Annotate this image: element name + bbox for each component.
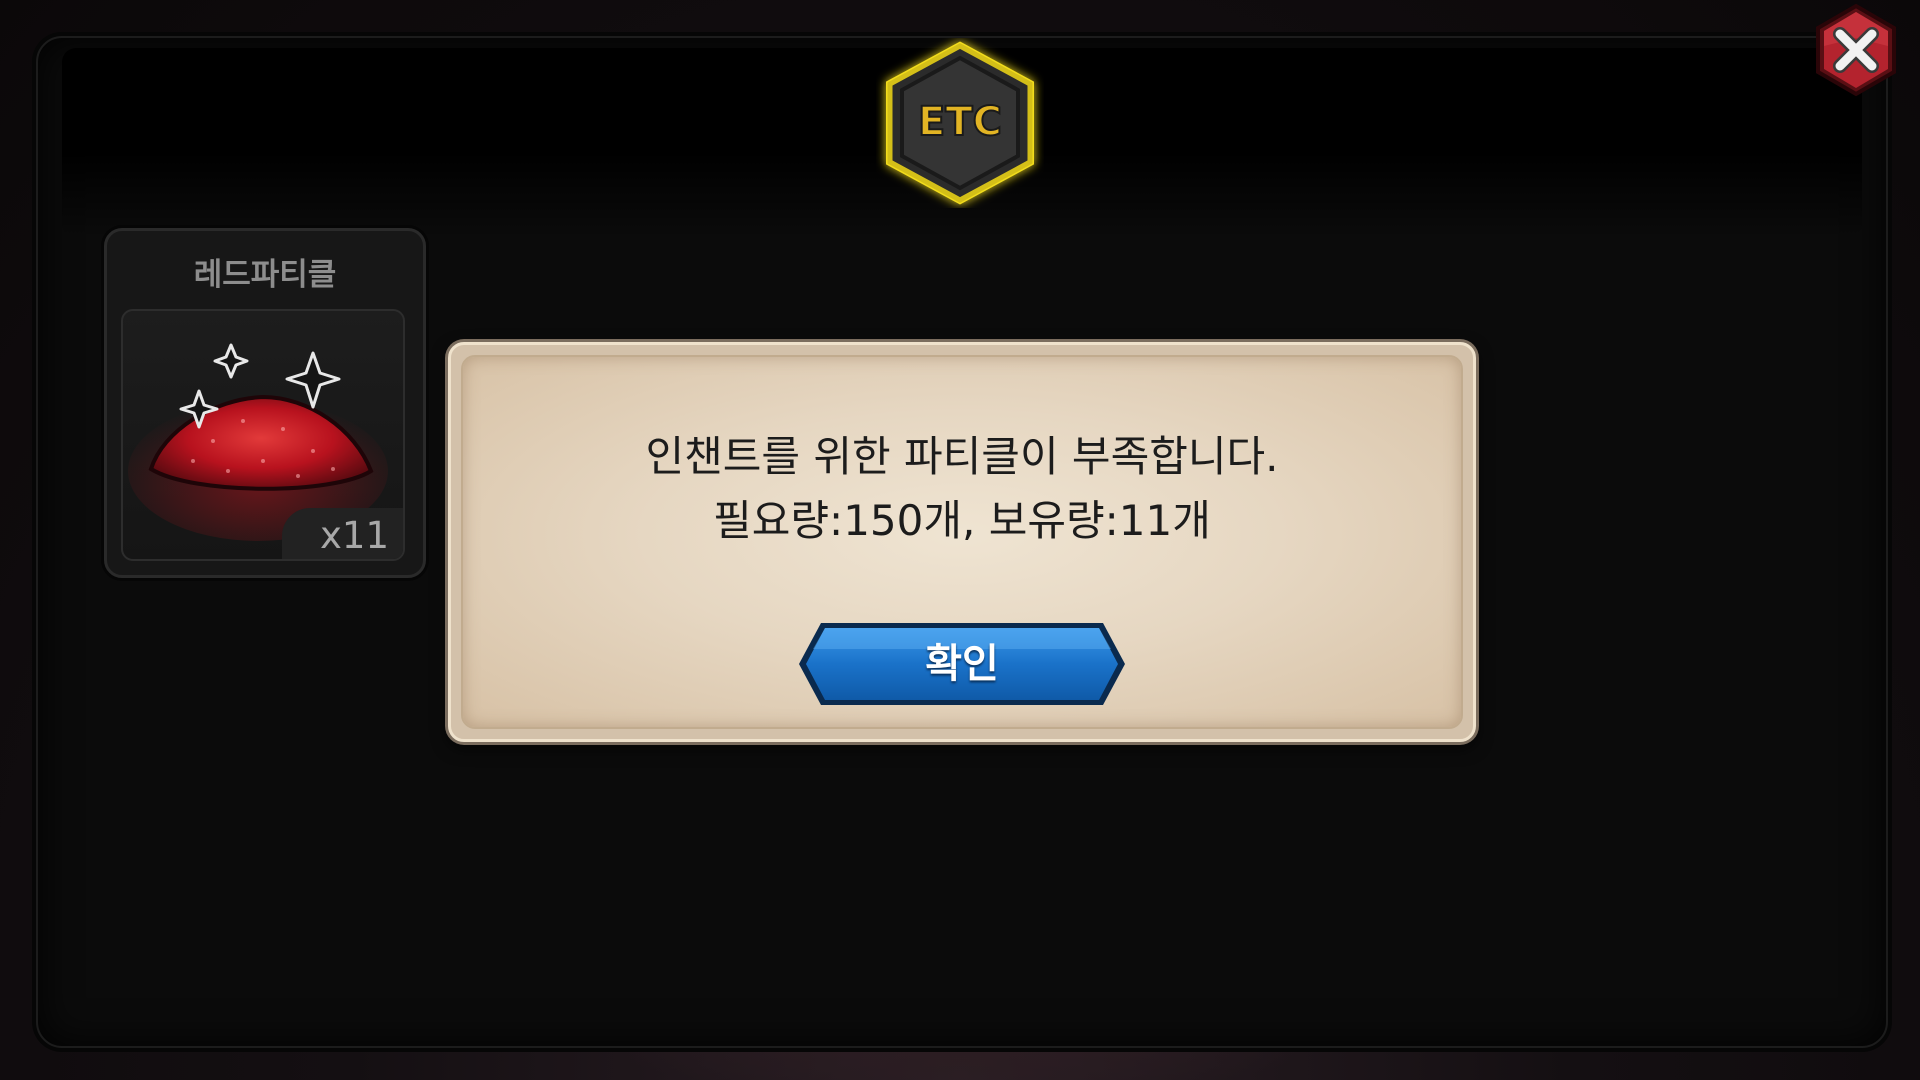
item-slot: x11 — [121, 309, 405, 561]
confirm-button[interactable]: 확인 — [795, 619, 1129, 709]
dialog-message-line2: 필요량:150개, 보유량:11개 — [713, 496, 1211, 545]
confirm-button-label: 확인 — [925, 641, 999, 687]
hexagon-badge-icon: ETC — [886, 41, 1034, 205]
dialog-message: 인챈트를 위한 파티클이 부족합니다. 필요량:150개, 보유량:11개 — [451, 425, 1473, 553]
close-icon — [1816, 3, 1896, 97]
alert-dialog: 인챈트를 위한 파티클이 부족합니다. 필요량:150개, 보유량:11개 확인 — [448, 342, 1476, 742]
item-card[interactable]: 레드파티클 x11 — [104, 228, 426, 578]
item-count: x11 — [282, 508, 403, 559]
close-button[interactable] — [1808, 2, 1904, 98]
dialog-message-line1: 인챈트를 위한 파티클이 부족합니다. — [645, 432, 1279, 481]
etc-category-badge: ETC — [876, 38, 1044, 208]
game-screen: ETC 레드파티클 x11 인챈트를 위한 파티클이 부족합니다. 필요량:15… — [0, 0, 1920, 1080]
item-name: 레드파티클 — [193, 257, 337, 293]
etc-badge-label: ETC — [918, 99, 1002, 145]
